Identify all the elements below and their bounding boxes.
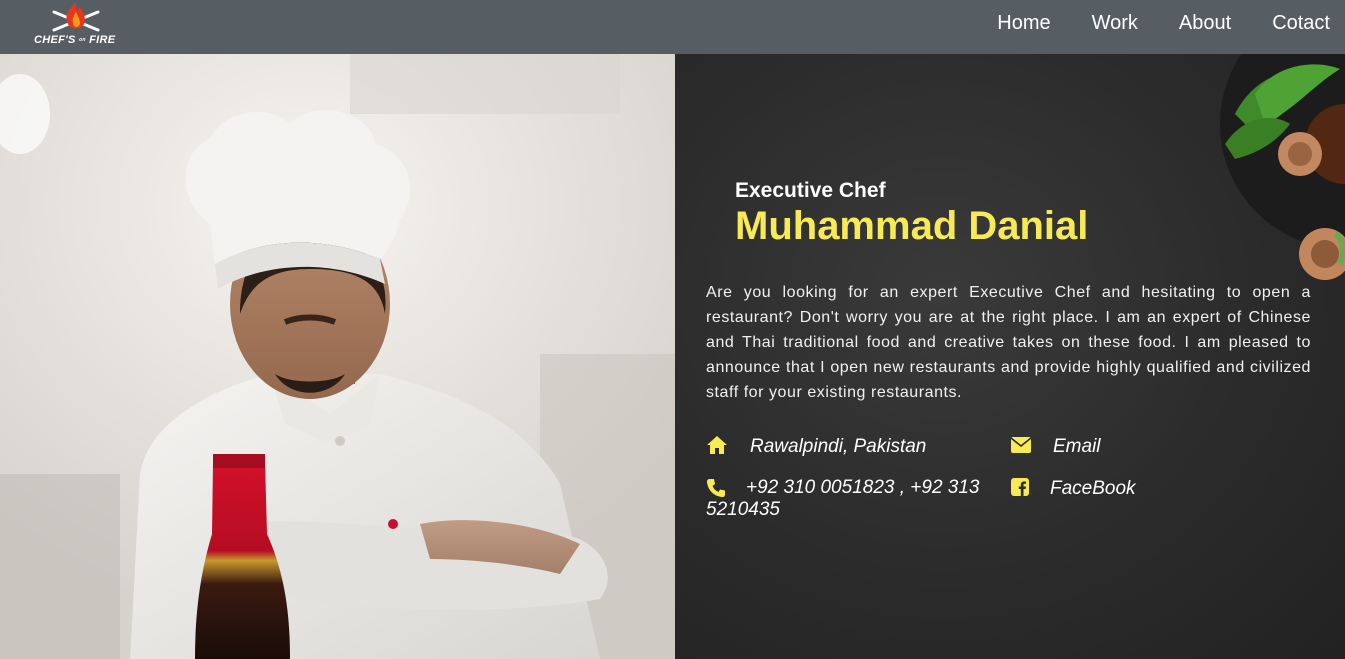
chef-portrait-illustration [0, 54, 675, 659]
facebook-link[interactable]: FaceBook [1050, 478, 1136, 500]
brand-logo[interactable]: CHEF'S on FIRE [28, 0, 123, 50]
logo-wordmark: CHEF'S on FIRE [34, 34, 115, 46]
chef-name: Muhammad Danial [735, 204, 1089, 248]
chef-photo [0, 54, 675, 659]
envelope-icon [1011, 437, 1031, 453]
phone-icon [707, 479, 725, 497]
home-icon [707, 436, 727, 454]
nav-link-work[interactable]: Work [1092, 12, 1138, 35]
herbs-escargot-decoration [1220, 54, 1345, 280]
chef-role: Executive Chef [735, 179, 886, 202]
email-link[interactable]: Email [1053, 436, 1101, 458]
facebook-square-icon [1011, 478, 1029, 496]
nav-link-home[interactable]: Home [997, 12, 1050, 35]
navbar: CHEF'S on FIRE Home Work About Cotact [0, 0, 1345, 54]
contact-phone: +92 310 0051823 , +92 313 5210435 [706, 477, 996, 521]
address-text: Rawalpindi, Pakistan [750, 436, 927, 457]
logo-text-mid: on [79, 37, 86, 44]
flame-knives-icon [52, 2, 100, 32]
phone-text: +92 310 0051823 , +92 313 5210435 [706, 477, 980, 520]
logo-text-left: CHEF'S [34, 34, 76, 46]
nav-link-contact[interactable]: Cotact [1272, 12, 1330, 35]
chef-info-panel: Executive Chef Muhammad Danial Are you l… [675, 54, 1345, 659]
chef-bio: Are you looking for an expert Executive … [706, 284, 1311, 401]
nav-menu: Home Work About Cotact [997, 12, 1330, 35]
nav-link-about[interactable]: About [1179, 12, 1231, 35]
logo-text-right: FIRE [89, 34, 116, 46]
